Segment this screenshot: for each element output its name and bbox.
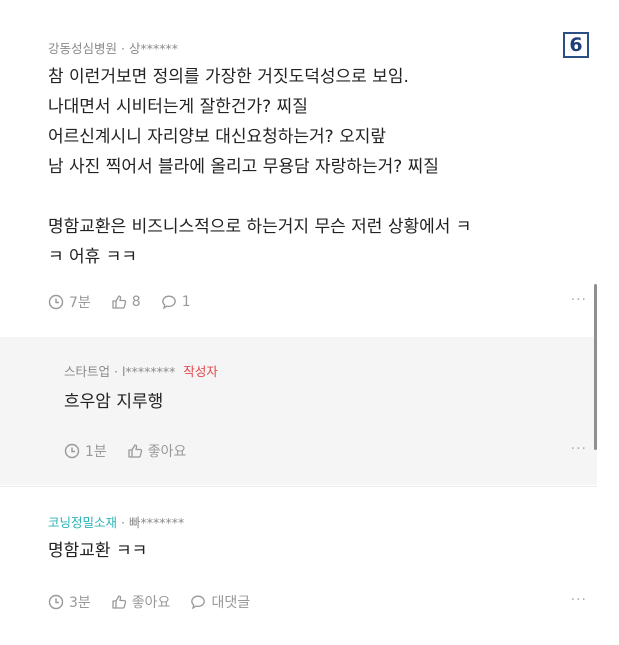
time-text: 1분 bbox=[85, 444, 107, 460]
reply-button[interactable]: 대댓글 bbox=[190, 592, 250, 612]
like-label: 좋아요 bbox=[131, 595, 171, 611]
comment-user: 상****** bbox=[128, 41, 178, 56]
meta-separator: · bbox=[114, 364, 122, 379]
reply-user: l******** bbox=[121, 364, 176, 379]
like-button[interactable]: 좋아요 bbox=[111, 592, 171, 612]
time-text: 3분 bbox=[69, 595, 91, 611]
comment-text: 참 이런거보면 정의를 가장한 거짓도덕성으로 보임. 나대면서 시비터는게 잘… bbox=[48, 67, 472, 267]
like-button[interactable]: 8 bbox=[111, 294, 141, 310]
divider bbox=[0, 486, 597, 487]
comment-actions: 7분 8 1 bbox=[48, 292, 211, 312]
op-badge: 작성자 bbox=[183, 364, 218, 379]
time-stamp: 3분 bbox=[48, 592, 91, 612]
like-button[interactable]: 좋아요 bbox=[127, 441, 187, 461]
comment-actions: 3분 좋아요 대댓글 bbox=[48, 592, 270, 612]
clock-icon bbox=[48, 594, 64, 610]
meta-separator: · bbox=[121, 515, 129, 530]
comment-user: 빠******* bbox=[128, 515, 185, 530]
more-options-icon[interactable]: ··· bbox=[571, 592, 587, 608]
speech-bubble-icon bbox=[161, 295, 176, 310]
reply-actions: 1분 좋아요 bbox=[64, 441, 206, 461]
like-count: 8 bbox=[131, 294, 141, 310]
comment-item: 코닝정밀소재 · 빠******* 명함교환 ㅋㅋ 3분 좋아요 대댓글 ··· bbox=[0, 498, 597, 628]
time-stamp: 7분 bbox=[48, 292, 91, 312]
more-options-icon[interactable]: ··· bbox=[571, 292, 587, 308]
comment-item: 강동성심병원 · 상****** 참 이런거보면 정의를 가장한 거짓도덕성으로… bbox=[0, 30, 597, 330]
reply-text: 흐우암 지루행 bbox=[64, 392, 164, 412]
time-stamp: 1분 bbox=[64, 441, 107, 461]
comment-author[interactable]: 코닝정밀소재 bbox=[48, 515, 117, 530]
comment-meta: 코닝정밀소재 · 빠******* bbox=[48, 512, 184, 531]
thumbs-up-icon bbox=[112, 295, 126, 309]
reply-item: 스타트업 · l******** 작성자 흐우암 지루행 1분 좋아요 ··· bbox=[0, 337, 597, 485]
meta-separator: · bbox=[121, 41, 129, 56]
speech-bubble-icon bbox=[191, 595, 206, 610]
reply-count: 1 bbox=[181, 294, 191, 310]
clock-icon bbox=[48, 294, 64, 310]
clock-icon bbox=[64, 443, 80, 459]
like-label: 좋아요 bbox=[147, 444, 187, 460]
comment-meta: 강동성심병원 · 상****** bbox=[48, 38, 178, 57]
reply-meta: 스타트업 · l******** 작성자 bbox=[64, 361, 218, 380]
time-text: 7분 bbox=[69, 295, 91, 311]
reply-author[interactable]: 스타트업 bbox=[64, 364, 110, 379]
comment-text: 명함교환 ㅋㅋ bbox=[48, 541, 148, 561]
thumbs-up-icon bbox=[112, 595, 126, 609]
comment-author[interactable]: 강동성심병원 bbox=[48, 41, 117, 56]
reply-label: 대댓글 bbox=[211, 595, 251, 611]
more-options-icon[interactable]: ··· bbox=[571, 441, 587, 457]
reply-button[interactable]: 1 bbox=[161, 294, 191, 310]
scrollbar[interactable] bbox=[594, 284, 597, 450]
thumbs-up-icon bbox=[128, 444, 142, 458]
